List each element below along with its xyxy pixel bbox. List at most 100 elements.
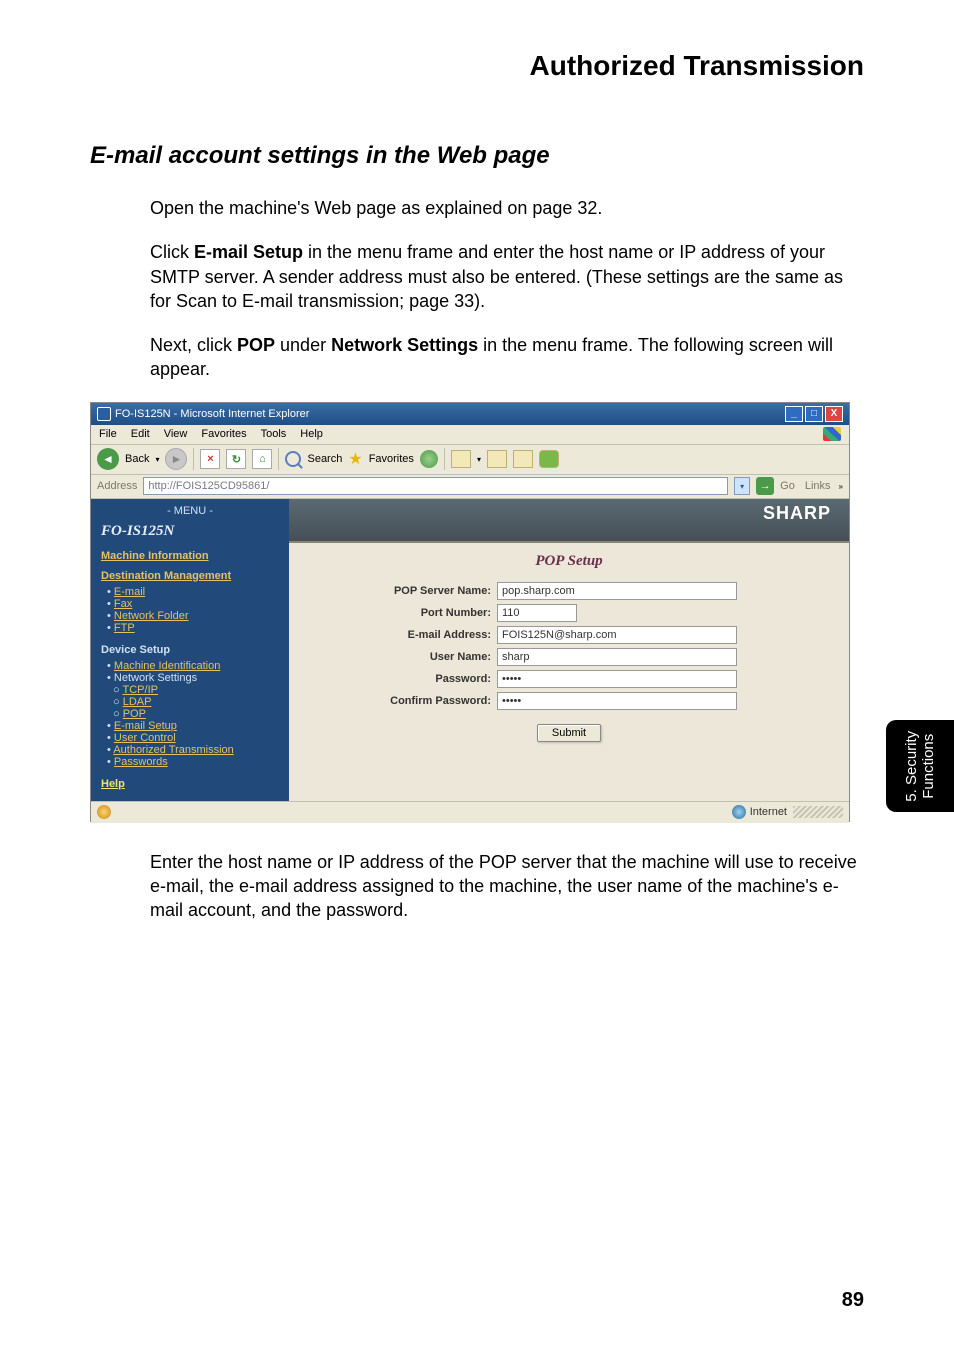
sidebar-item-machine-id[interactable]: Machine Identification <box>107 660 279 672</box>
sidebar-item-tcpip[interactable]: TCP/IP <box>113 684 279 696</box>
bold-pop: POP <box>237 335 275 355</box>
page-number: 89 <box>842 1289 864 1312</box>
sidebar-item-authorized-transmission[interactable]: Authorized Transmission <box>107 744 279 756</box>
close-button[interactable]: X <box>825 406 843 422</box>
sharp-logo: SHARP <box>763 503 831 524</box>
text: Click <box>150 242 194 262</box>
sidebar-item-ldap[interactable]: LDAP <box>113 696 279 708</box>
label-email-address: E-mail Address: <box>307 629 497 641</box>
menu-help[interactable]: Help <box>300 428 323 440</box>
status-icon <box>97 805 111 819</box>
forward-button[interactable]: ► <box>165 448 187 470</box>
browser-screenshot: FO-IS125N - Microsoft Internet Explorer … <box>90 402 850 822</box>
separator <box>278 448 279 470</box>
ie-icon <box>97 407 111 421</box>
paragraph-1: Open the machine's Web page as explained… <box>150 196 864 220</box>
messenger-icon[interactable] <box>539 450 559 468</box>
search-label[interactable]: Search <box>307 453 342 465</box>
print-icon[interactable] <box>487 450 507 468</box>
input-confirm-password[interactable] <box>497 692 737 710</box>
label-port-number: Port Number: <box>307 607 497 619</box>
thumb-line1: 5. Security <box>903 731 920 802</box>
link-destination-management[interactable]: Destination Management <box>101 570 279 582</box>
menu-favorites[interactable]: Favorites <box>201 428 246 440</box>
input-port-number[interactable] <box>497 604 577 622</box>
globe-icon <box>732 805 746 819</box>
address-label: Address <box>97 480 137 492</box>
edit-icon[interactable] <box>513 450 533 468</box>
label-user-name: User Name: <box>307 651 497 663</box>
menu-edit[interactable]: Edit <box>131 428 150 440</box>
paragraph-3: Next, click POP under Network Settings i… <box>150 333 864 382</box>
section-thumb-tab: 5. Security Functions <box>886 720 954 812</box>
url-field[interactable]: http://FOIS125CD95861/ <box>143 477 728 495</box>
sidebar-item-passwords[interactable]: Passwords <box>107 756 279 768</box>
sidebar-item-pop[interactable]: POP <box>113 708 279 720</box>
home-icon[interactable]: ⌂ <box>252 449 272 469</box>
maximize-button[interactable]: □ <box>805 406 823 422</box>
toolbar: ◄ Back ▾ ► × ↻ ⌂ Search ★ Favorites ▾ <box>91 445 849 475</box>
links-label[interactable]: Links <box>805 480 831 492</box>
banner: SHARP <box>289 499 849 543</box>
input-user-name[interactable] <box>497 648 737 666</box>
mail-icon[interactable] <box>451 450 471 468</box>
menu-header: - MENU - <box>101 505 279 517</box>
thumb-line2: Functions <box>920 733 937 798</box>
paragraph-2: Click E-mail Setup in the menu frame and… <box>150 240 864 313</box>
sidebar-item-fax[interactable]: Fax <box>107 598 279 610</box>
device-setup-header: Device Setup <box>101 644 279 656</box>
separator <box>193 448 194 470</box>
search-icon[interactable] <box>285 451 301 467</box>
window-title: FO-IS125N - Microsoft Internet Explorer <box>115 408 309 420</box>
windows-flag-icon <box>823 427 841 441</box>
bold-network-settings: Network Settings <box>331 335 478 355</box>
text: Next, click <box>150 335 237 355</box>
sidebar-item-network-folder[interactable]: Network Folder <box>107 610 279 622</box>
resize-grip[interactable] <box>793 806 843 818</box>
status-bar: Internet <box>91 801 849 823</box>
stop-icon[interactable]: × <box>200 449 220 469</box>
favorites-icon[interactable]: ★ <box>348 449 362 469</box>
zone-label: Internet <box>750 806 787 818</box>
menu-view[interactable]: View <box>164 428 188 440</box>
input-password[interactable] <box>497 670 737 688</box>
main-content: SHARP POP Setup POP Server Name: Port Nu… <box>289 499 849 801</box>
menu-file[interactable]: File <box>99 428 117 440</box>
label-pop-server: POP Server Name: <box>307 585 497 597</box>
back-button[interactable]: ◄ <box>97 448 119 470</box>
chapter-title: Authorized Transmission <box>90 50 864 82</box>
sidebar-item-ftp[interactable]: FTP <box>107 622 279 634</box>
input-email-address[interactable] <box>497 626 737 644</box>
sidebar-item-network-settings: Network Settings TCP/IP LDAP POP <box>107 672 279 720</box>
sidebar-item-user-control[interactable]: User Control <box>107 732 279 744</box>
back-label[interactable]: Back <box>125 453 149 465</box>
paragraph-4: Enter the host name or IP address of the… <box>150 850 864 923</box>
submit-button[interactable]: Submit <box>537 724 601 742</box>
separator <box>444 448 445 470</box>
window-titlebar: FO-IS125N - Microsoft Internet Explorer … <box>91 403 849 425</box>
section-title: E-mail account settings in the Web page <box>90 142 864 170</box>
label-confirm-password: Confirm Password: <box>307 695 497 707</box>
menubar: File Edit View Favorites Tools Help <box>91 425 849 445</box>
links-chevron-icon[interactable]: » <box>839 482 843 491</box>
text: under <box>275 335 331 355</box>
minimize-button[interactable]: _ <box>785 406 803 422</box>
address-bar: Address http://FOIS125CD95861/ ▾ → Go Li… <box>91 475 849 499</box>
bold-email-setup: E-mail Setup <box>194 242 303 262</box>
link-machine-information[interactable]: Machine Information <box>101 550 279 562</box>
refresh-icon[interactable]: ↻ <box>226 449 246 469</box>
sidebar-item-email-setup[interactable]: E-mail Setup <box>107 720 279 732</box>
url-dropdown[interactable]: ▾ <box>734 477 750 495</box>
history-icon[interactable] <box>420 450 438 468</box>
form-title: POP Setup <box>307 553 831 570</box>
favorites-label[interactable]: Favorites <box>369 453 414 465</box>
go-label: Go <box>780 480 795 492</box>
input-pop-server[interactable] <box>497 582 737 600</box>
go-button[interactable]: → <box>756 477 774 495</box>
model-label: FO-IS125N <box>101 523 279 540</box>
link-help[interactable]: Help <box>101 778 125 790</box>
sidebar-item-email[interactable]: E-mail <box>107 586 279 598</box>
label-password: Password: <box>307 673 497 685</box>
menu-tools[interactable]: Tools <box>261 428 287 440</box>
menu-sidebar: - MENU - FO-IS125N Machine Information D… <box>91 499 289 801</box>
